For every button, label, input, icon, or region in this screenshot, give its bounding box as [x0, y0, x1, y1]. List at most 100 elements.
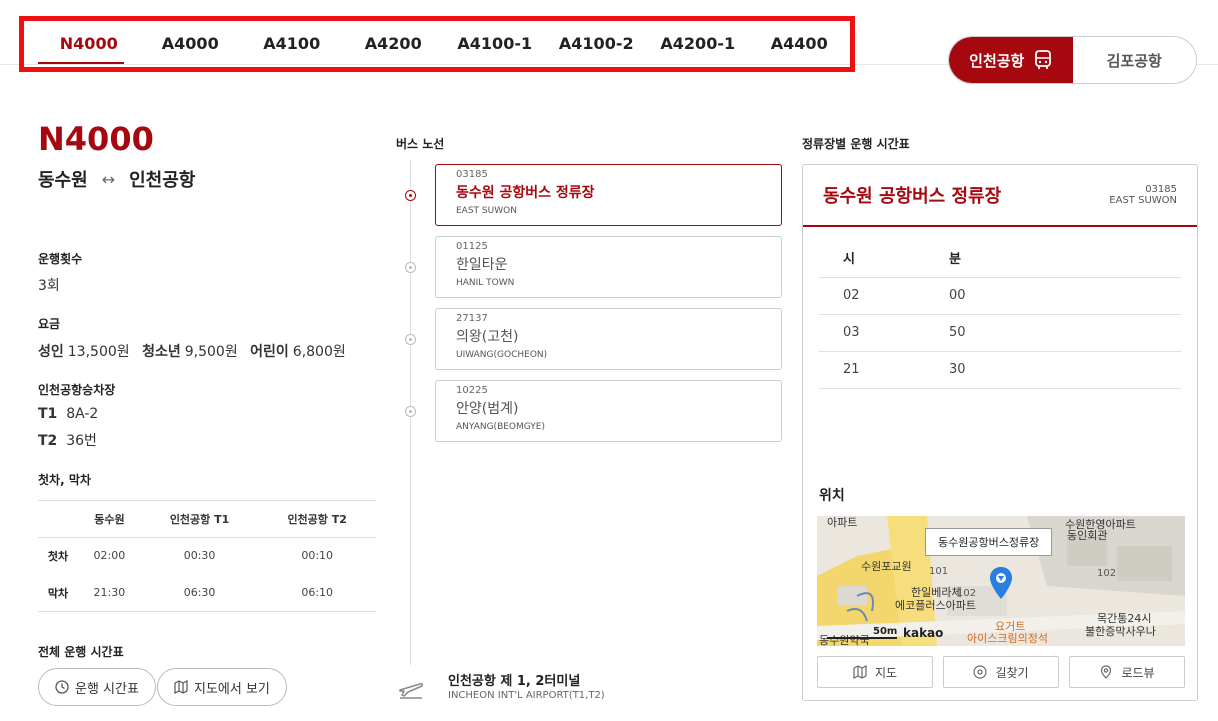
map-label: 동인회관 [1067, 529, 1108, 542]
hour-cell: 02 [819, 277, 925, 315]
map-label: 불한증막사우나 [1085, 625, 1156, 638]
stop-item-east-suwon[interactable]: 03185 동수원 공항버스 정류장 EAST SUWON [435, 164, 782, 226]
stop-name: 동수원 공항버스 정류장 [456, 185, 595, 201]
stop-item-anyang[interactable]: 10225 안양(범계) ANYANG(BEOMGYE) [435, 380, 782, 442]
airplane-icon [399, 683, 423, 699]
clock-icon [55, 680, 69, 694]
table-row: 첫차 02:00 00:30 00:10 [38, 537, 376, 574]
map-buttons: 지도 길찾기 로드뷰 [817, 656, 1185, 688]
map-icon [174, 680, 188, 694]
stop-marker [405, 262, 416, 273]
table-header [38, 501, 79, 538]
fare-teen-value: 9,500원 [184, 344, 238, 360]
trips-label: 운행횟수 [38, 252, 83, 266]
t2-label: T2 [38, 433, 58, 449]
tab-a4100-2[interactable]: A4100-2 [546, 21, 648, 67]
gimpo-airport-button[interactable]: 김포공항 [1073, 37, 1197, 83]
location-map[interactable]: 동수원공항버스정류장 수원포교원 한일베라체 에코플러스아파트 요거트 아이스크… [817, 516, 1185, 646]
hour-cell: 21 [819, 351, 925, 389]
location-title: 위치 [819, 488, 845, 504]
stop-timetable-panel: 동수원 공항버스 정류장 03185 EAST SUWON 시 분 02 00 0… [802, 164, 1198, 701]
route-arrow: ↔ [101, 169, 116, 189]
stop-marker [405, 190, 416, 201]
incheon-airport-button[interactable]: 인천공항 [949, 37, 1073, 83]
map-button[interactable]: 지도 [817, 656, 933, 688]
stop-code: 10225 [456, 385, 488, 396]
incheon-label: 인천공항 [969, 51, 1025, 70]
map-label: 아이스크림의정석 [967, 632, 1048, 645]
map-view-button[interactable]: 지도에서 보기 [157, 668, 287, 706]
stop-name: 한일타운 [456, 257, 508, 273]
table-header: 인천공항 T1 [140, 501, 259, 538]
map-label: 102 [1097, 568, 1117, 579]
map-label: 아파트 [827, 516, 858, 529]
table-header: 동수원 [78, 501, 141, 538]
fare-teen-label: 청소년 [142, 344, 181, 360]
map-label: 102 [957, 588, 977, 599]
map-icon [853, 665, 867, 679]
tab-a4400[interactable]: A4400 [749, 21, 851, 67]
terminal-name: 인천공항 제 1, 2터미널 [448, 674, 581, 689]
map-view-button-label: 지도에서 보기 [194, 681, 270, 697]
bus-icon [1035, 50, 1052, 69]
table-cell: 21:30 [93, 586, 126, 599]
roadview-icon [1101, 665, 1112, 679]
directions-button[interactable]: 길찾기 [943, 656, 1059, 688]
map-scale: 50m [827, 626, 898, 639]
tab-a4100[interactable]: A4100 [241, 21, 343, 67]
tab-a4200-1[interactable]: A4200-1 [647, 21, 749, 67]
first-last-table: 동수원 인천공항 T1 인천공항 T2 첫차 02:00 00:30 00:10… [38, 500, 376, 612]
hour-header: 시 [819, 239, 925, 278]
fare-label: 요금 [38, 317, 61, 331]
row-header: 첫차 [47, 549, 69, 563]
roadview-button-label: 로드뷰 [1121, 665, 1155, 680]
stop-item-uiwang[interactable]: 27137 의왕(고천) UIWANG(GOCHEON) [435, 308, 782, 370]
table-cell: 00:10 [301, 549, 334, 563]
fare-adult-label: 성인 [38, 344, 64, 360]
trips-value: 3회 [38, 278, 60, 294]
t1-label: T1 [38, 406, 58, 422]
stop-timetable-header: 동수원 공항버스 정류장 03185 EAST SUWON [803, 165, 1197, 227]
stop-timetable-code: 03185 EAST SUWON [1109, 184, 1177, 206]
stop-en: EAST SUWON [456, 206, 517, 216]
bus-route-title: 버스 노선 [396, 137, 445, 151]
stop-timetable-table: 시 분 02 00 03 50 21 30 [819, 239, 1181, 389]
stop-marker [405, 406, 416, 417]
first-last-label: 첫차, 막차 [38, 473, 91, 487]
minute-header: 분 [925, 239, 1181, 278]
stop-name: 의왕(고천) [456, 329, 519, 345]
table-row: 02 00 [819, 277, 1181, 315]
stop-en: UIWANG(GOCHEON) [456, 350, 548, 360]
fare-child-value: 6,800원 [292, 344, 346, 360]
stop-code: 01125 [456, 241, 488, 252]
stop-marker [405, 334, 416, 345]
tab-a4100-1[interactable]: A4100-1 [444, 21, 546, 67]
boarding-t1: T1 8A-2 [38, 406, 98, 422]
compass-icon [973, 665, 988, 679]
full-timetable-label: 전체 운행 시간표 [38, 645, 124, 659]
stop-item-hanil-town[interactable]: 01125 한일타운 HANIL TOWN [435, 236, 782, 298]
timetable-button[interactable]: 운행 시간표 [38, 668, 156, 706]
stop-code: 03185 [456, 169, 488, 180]
fare-child-label: 어린이 [250, 344, 289, 360]
minute-cell: 30 [925, 351, 1181, 389]
roadview-button[interactable]: 로드뷰 [1069, 656, 1185, 688]
tab-a4000[interactable]: A4000 [140, 21, 242, 67]
table-header: 인천공항 T2 [258, 501, 376, 538]
stop-timetable-title: 정류장별 운행 시간표 [802, 137, 910, 151]
tab-a4200[interactable]: A4200 [343, 21, 445, 67]
table-cell: 00:30 [183, 549, 216, 563]
map-button-label: 지도 [874, 665, 898, 680]
boarding-t2: T2 36번 [38, 430, 97, 450]
route-number: N4000 [38, 120, 154, 158]
tab-n4000[interactable]: N4000 [38, 21, 140, 67]
boarding-label: 인천공항승차장 [38, 383, 116, 397]
table-cell: 06:10 [301, 586, 334, 599]
terminal-en: INCHEON INT'L AIRPORT(T1,T2) [448, 690, 605, 701]
stop-code: 03185 [1145, 184, 1177, 195]
route-path: 동수원 ↔ 인천공항 [38, 166, 195, 192]
stop-en: EAST SUWON [1109, 195, 1177, 206]
stop-code: 27137 [456, 313, 488, 324]
timetable-button-label: 운행 시간표 [75, 681, 139, 697]
fare-adult-value: 13,500원 [67, 344, 130, 360]
